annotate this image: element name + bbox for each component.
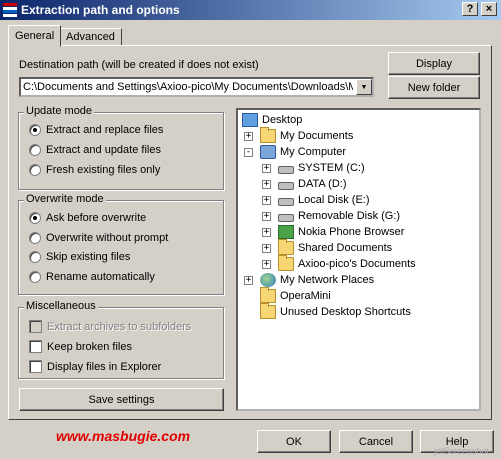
- expand-icon[interactable]: +: [244, 276, 253, 285]
- radio-rename-automatically[interactable]: Rename automatically: [29, 271, 155, 283]
- radio-button-icon[interactable]: [29, 144, 41, 156]
- computer-icon: [260, 145, 276, 159]
- help-title-button[interactable]: ?: [462, 2, 478, 16]
- radio-button-icon[interactable]: [29, 212, 41, 224]
- radio-button-icon[interactable]: [29, 251, 41, 263]
- expand-icon[interactable]: +: [262, 212, 271, 221]
- new-folder-button[interactable]: New folder: [388, 76, 480, 99]
- screenshot-credit: jetScreenshot: [433, 446, 489, 456]
- folder-icon: [278, 239, 294, 255]
- tree-item-local-disk-e[interactable]: Local Disk (E:): [278, 192, 370, 208]
- folder-tree[interactable]: Desktop + My Documents - My Computer + S…: [236, 108, 481, 411]
- title-bar: Extraction path and options ? ×: [0, 0, 501, 20]
- expand-icon[interactable]: +: [262, 228, 271, 237]
- display-button[interactable]: Display: [388, 52, 480, 75]
- tab-general[interactable]: General: [8, 25, 62, 47]
- tree-item-system-c[interactable]: SYSTEM (C:): [278, 160, 365, 176]
- expand-icon[interactable]: +: [262, 180, 271, 189]
- tree-item-my-computer[interactable]: My Computer: [260, 144, 346, 160]
- radio-button-icon[interactable]: [29, 271, 41, 283]
- close-button[interactable]: ×: [481, 2, 497, 16]
- network-icon: [260, 273, 276, 287]
- ok-button[interactable]: OK: [257, 430, 331, 453]
- app-icon: [3, 3, 17, 17]
- folder-icon: [260, 287, 276, 303]
- tree-item-desktop[interactable]: Desktop: [242, 112, 302, 128]
- tree-item-data-d[interactable]: DATA (D:): [278, 176, 346, 192]
- expand-icon[interactable]: +: [262, 260, 271, 269]
- checkbox-display-in-explorer[interactable]: Display files in Explorer: [29, 360, 161, 373]
- tree-item-nokia-phone-browser[interactable]: Nokia Phone Browser: [278, 224, 404, 240]
- drive-icon: [278, 182, 294, 190]
- drive-icon: [278, 166, 294, 174]
- desktop-icon: [242, 113, 258, 127]
- checkbox-icon[interactable]: [29, 340, 42, 353]
- checkbox-extract-subfolders: Extract archives to subfolders: [29, 320, 191, 333]
- tree-item-operamini[interactable]: OperaMini: [260, 287, 331, 304]
- drive-icon: [278, 214, 294, 222]
- tree-item-axioo-documents[interactable]: Axioo-pico's Documents: [278, 255, 416, 272]
- radio-button-icon[interactable]: [29, 232, 41, 244]
- destination-path-value: C:\Documents and Settings\Axioo-pico\My …: [23, 81, 353, 93]
- tab-advanced[interactable]: Advanced: [59, 28, 122, 46]
- dropdown-arrow-icon[interactable]: ▼: [356, 79, 372, 95]
- folder-icon: [278, 255, 294, 271]
- tree-item-my-network-places[interactable]: My Network Places: [260, 272, 374, 288]
- tree-item-unused-desktop-shortcuts[interactable]: Unused Desktop Shortcuts: [260, 303, 411, 320]
- tree-item-shared-documents[interactable]: Shared Documents: [278, 239, 392, 256]
- update-mode-title: Update mode: [24, 105, 95, 117]
- radio-overwrite-without-prompt[interactable]: Overwrite without prompt: [29, 232, 168, 244]
- expand-icon[interactable]: +: [262, 196, 271, 205]
- expand-icon[interactable]: +: [262, 164, 271, 173]
- destination-label: Destination path (will be created if doe…: [19, 59, 259, 71]
- folder-icon: [260, 303, 276, 319]
- radio-button-icon[interactable]: [29, 164, 41, 176]
- cancel-button[interactable]: Cancel: [339, 430, 413, 453]
- tree-item-removable-disk-g[interactable]: Removable Disk (G:): [278, 208, 400, 224]
- folder-icon: [260, 127, 276, 143]
- watermark-text: www.masbugie.com: [56, 428, 191, 444]
- save-settings-button[interactable]: Save settings: [19, 388, 224, 411]
- window-title: Extraction path and options: [21, 3, 180, 17]
- collapse-icon[interactable]: -: [244, 148, 253, 157]
- overwrite-mode-title: Overwrite mode: [24, 193, 106, 205]
- checkbox-icon[interactable]: [29, 360, 42, 373]
- checkbox-keep-broken-files[interactable]: Keep broken files: [29, 340, 132, 353]
- radio-extract-update[interactable]: Extract and update files: [29, 144, 161, 156]
- checkbox-icon: [29, 320, 42, 333]
- radio-button-icon[interactable]: [29, 124, 41, 136]
- radio-ask-before-overwrite[interactable]: Ask before overwrite: [29, 212, 146, 224]
- radio-fresh-existing[interactable]: Fresh existing files only: [29, 164, 160, 176]
- expand-icon[interactable]: +: [244, 132, 253, 141]
- radio-extract-replace[interactable]: Extract and replace files: [29, 124, 163, 136]
- phone-icon: [278, 225, 294, 239]
- destination-path-combo[interactable]: C:\Documents and Settings\Axioo-pico\My …: [19, 77, 374, 97]
- expand-icon[interactable]: +: [262, 244, 271, 253]
- radio-skip-existing[interactable]: Skip existing files: [29, 251, 130, 263]
- miscellaneous-title: Miscellaneous: [24, 300, 98, 312]
- tree-item-my-documents[interactable]: My Documents: [260, 127, 353, 144]
- drive-icon: [278, 198, 294, 206]
